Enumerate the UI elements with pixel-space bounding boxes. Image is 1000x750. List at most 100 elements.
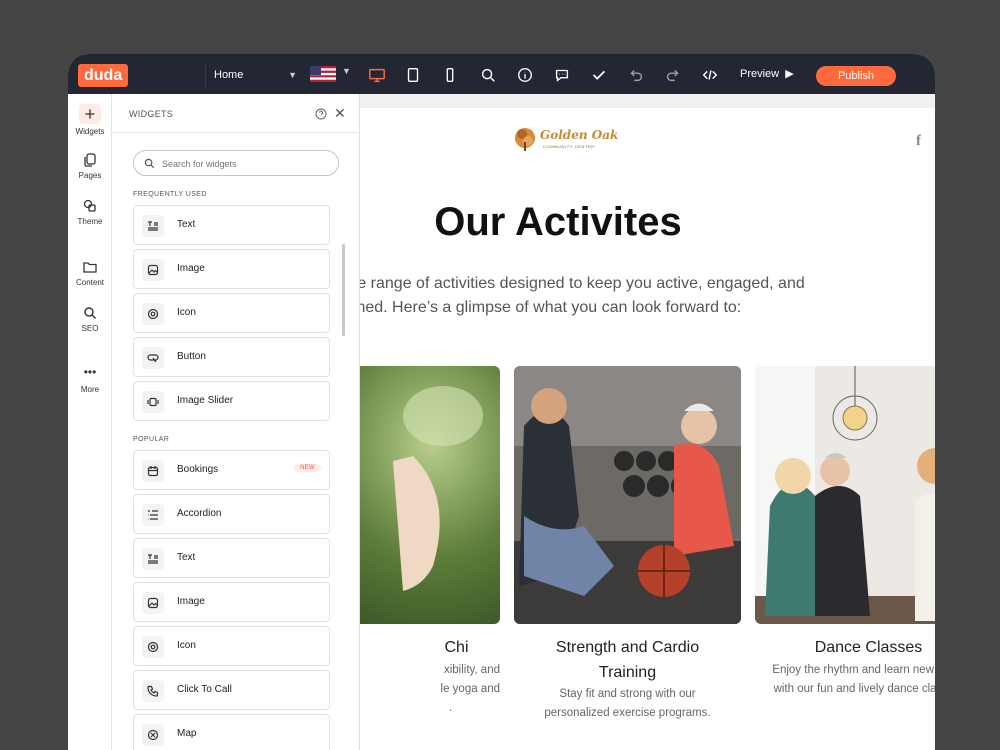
widget-label: Icon xyxy=(177,640,196,651)
widget-label: Text xyxy=(177,219,196,230)
card-desc-line: . xyxy=(449,702,453,714)
redo-icon[interactable] xyxy=(660,62,686,88)
text-icon xyxy=(142,215,164,237)
editor-toolbar: duda Home ▼ ▼ Preview ▶ Publish xyxy=(68,54,935,94)
widget-search-input[interactable] xyxy=(162,156,332,171)
page-selector[interactable]: Home ▼ xyxy=(205,62,299,88)
sidebar-item-label: Theme xyxy=(77,217,103,226)
site-logo[interactable]: Golden Oak COMMUNITY CENTER xyxy=(513,124,618,154)
widget-item-text[interactable]: Text xyxy=(133,205,330,245)
sidebar-item-more[interactable]: ••• More xyxy=(68,366,112,394)
widget-item-accordion[interactable]: Accordion xyxy=(133,494,330,534)
publish-button[interactable]: Publish xyxy=(816,66,896,86)
checkmark-icon[interactable] xyxy=(586,62,612,88)
chevron-down-icon[interactable]: ▼ xyxy=(342,66,351,76)
search-icon xyxy=(144,158,155,169)
widget-label: Icon xyxy=(177,307,196,318)
phone-icon xyxy=(142,680,164,702)
card-desc-line: le yoga and xyxy=(440,683,500,695)
widget-label: Map xyxy=(177,728,197,739)
intro-line: ained. Here’s a glimpse of what you can … xyxy=(360,299,742,316)
section-label-frequently-used: FREQUENTLY USED xyxy=(133,191,207,198)
section-label-popular: POPULAR xyxy=(133,436,170,443)
card-description: Stay fit and strong with our personalize… xyxy=(514,685,741,723)
comments-icon[interactable] xyxy=(549,62,575,88)
card-title-text: Chi xyxy=(444,639,469,656)
image-icon xyxy=(142,259,164,281)
search-icon[interactable] xyxy=(475,62,501,88)
accordion-icon xyxy=(142,504,164,526)
sidebar-item-theme[interactable]: Theme xyxy=(68,198,112,226)
editor-canvas: Golden Oak COMMUNITY CENTER f Our Activi… xyxy=(360,94,935,750)
preview-button[interactable]: Preview ▶ xyxy=(740,67,794,80)
card-description: Enjoy the rhythm and learn new steps wit… xyxy=(750,661,935,699)
sidebar-item-pages[interactable]: Pages xyxy=(68,152,112,180)
widgets-panel: WIDGETS ✕ FREQUENTLY USED Text Image Ico… xyxy=(112,94,360,750)
close-icon[interactable]: ✕ xyxy=(334,105,346,122)
new-badge: NEW xyxy=(294,464,321,472)
mobile-view-icon[interactable] xyxy=(437,62,463,88)
strength-cardio-image[interactable] xyxy=(514,366,741,624)
panel-title: WIDGETS xyxy=(129,109,174,119)
info-icon[interactable] xyxy=(512,62,538,88)
theme-icon xyxy=(83,199,96,212)
code-icon[interactable] xyxy=(697,62,723,88)
widget-item-image[interactable]: Image xyxy=(133,249,330,289)
site-page[interactable]: Golden Oak COMMUNITY CENTER f Our Activi… xyxy=(360,108,935,750)
desktop-view-icon[interactable] xyxy=(364,62,390,88)
divider xyxy=(112,132,360,133)
widget-item-map[interactable]: Map xyxy=(133,714,330,750)
calendar-icon xyxy=(142,460,164,482)
intro-line: rse range of activities designed to keep… xyxy=(360,275,805,292)
us-flag-icon[interactable] xyxy=(310,66,336,82)
card-title: Chi xyxy=(360,635,500,660)
tablet-view-icon[interactable] xyxy=(400,62,426,88)
site-logo-subtext: COMMUNITY CENTER xyxy=(543,144,595,149)
widget-label: Image xyxy=(177,263,205,274)
more-dots-icon: ••• xyxy=(83,365,97,379)
dance-classes-image[interactable] xyxy=(755,366,935,624)
help-icon[interactable] xyxy=(315,108,327,120)
sidebar-item-widgets[interactable]: Widgets xyxy=(68,104,112,136)
preview-label: Preview xyxy=(740,68,780,80)
card-desc-line: xibility, and xyxy=(443,664,500,676)
undo-icon[interactable] xyxy=(623,62,649,88)
card-desc-line: Enjoy the rhythm and learn new steps xyxy=(772,664,935,676)
widget-item-image[interactable]: Image xyxy=(133,582,330,622)
sidebar-rail: Widgets Pages Theme Content SEO ••• More xyxy=(68,94,112,750)
text-icon xyxy=(142,548,164,570)
widget-label: Image xyxy=(177,596,205,607)
facebook-icon[interactable]: f xyxy=(916,133,921,150)
intro-paragraph: rse range of activities designed to keep… xyxy=(360,272,884,320)
sidebar-item-seo[interactable]: SEO xyxy=(68,305,112,333)
widget-item-icon[interactable]: Icon xyxy=(133,293,330,333)
icon-icon xyxy=(142,303,164,325)
chevron-down-icon: ▼ xyxy=(288,70,297,80)
card-title-line: Strength and Cardio xyxy=(555,639,700,656)
widget-label: Accordion xyxy=(177,508,222,519)
plus-icon xyxy=(79,104,101,124)
widget-label: Bookings xyxy=(177,464,219,475)
widget-item-bookings[interactable]: Bookings NEW xyxy=(133,450,330,490)
card-title-line: Training xyxy=(598,664,657,681)
sidebar-item-label: SEO xyxy=(81,324,99,333)
widget-item-button[interactable]: Button xyxy=(133,337,330,377)
widget-search-field[interactable] xyxy=(133,150,339,176)
icon-icon xyxy=(142,636,164,658)
image-slider-icon xyxy=(142,391,164,413)
duda-logo: duda xyxy=(78,64,129,87)
widget-label: Click To Call xyxy=(177,684,232,695)
widget-item-click-to-call[interactable]: Click To Call xyxy=(133,670,330,710)
folder-icon xyxy=(83,262,97,273)
panel-scrollbar[interactable] xyxy=(342,244,345,336)
widget-item-text[interactable]: Text xyxy=(133,538,330,578)
card-title: Dance Classes xyxy=(814,639,923,656)
sidebar-item-label: Pages xyxy=(78,171,102,180)
widget-label: Button xyxy=(177,351,206,362)
sidebar-item-content[interactable]: Content xyxy=(68,259,112,287)
tai-chi-image[interactable] xyxy=(360,366,500,624)
widget-item-image-slider[interactable]: Image Slider xyxy=(133,381,330,421)
play-icon: ▶ xyxy=(782,68,794,80)
sidebar-item-label: Widgets xyxy=(75,127,105,136)
widget-item-icon[interactable]: Icon xyxy=(133,626,330,666)
